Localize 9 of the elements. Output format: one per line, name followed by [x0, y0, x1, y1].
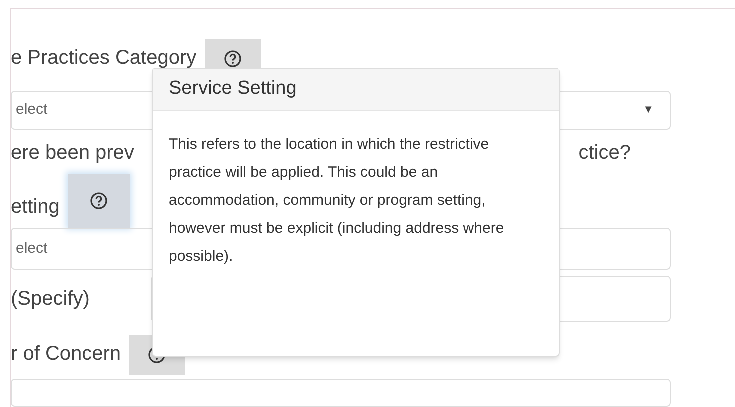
popover-text: This refers to the location in which the restrictive practice will be applied. This could be an accommodation, community or program setting, however must be explicit (including address where possible).	[168, 135, 506, 267]
field-label: r of Concern	[11, 342, 122, 368]
popover-title: Service Setting	[169, 77, 297, 102]
field-label: etting	[11, 194, 60, 220]
question-text: ere been prev	[11, 140, 134, 166]
question-text: ctice?	[578, 140, 631, 166]
caret-icon: ▼	[643, 102, 654, 118]
field-label: e Practices Category	[11, 46, 197, 71]
field-label: (Specify)	[11, 286, 91, 312]
